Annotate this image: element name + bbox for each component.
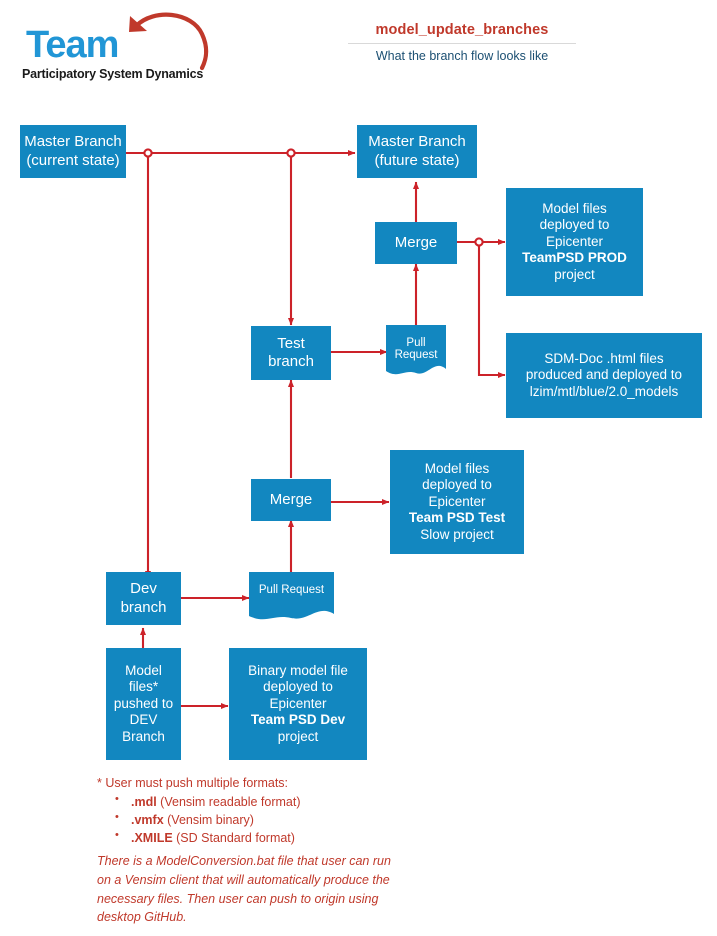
node-line: Slow project	[420, 526, 494, 542]
conversion-note: There is a ModelConversion.bat file that…	[97, 854, 391, 925]
node-line: (current state)	[26, 151, 120, 169]
node-master-branch-current[interactable]: Master Branch (current state)	[20, 125, 126, 178]
node-pull-request-dev[interactable]: Pull Request	[249, 572, 334, 625]
node-line: DEV	[129, 712, 158, 728]
junction-dot-master-dev	[143, 148, 153, 158]
junction-dot-master-test	[286, 148, 296, 158]
node-line: Binary model file	[248, 662, 348, 678]
node-line: SDM-Doc .html files	[544, 350, 664, 366]
node-test-branch[interactable]: Test branch	[251, 326, 331, 380]
node-line: Epicenter	[428, 493, 486, 509]
footnote-format-name: .vmfx	[131, 813, 164, 828]
node-master-branch-future[interactable]: Master Branch (future state)	[357, 125, 477, 178]
node-line: lzim/mtl/blue/2.0_models	[529, 383, 679, 399]
node-line: branch	[120, 598, 167, 616]
footnote-format-desc: (Vensim readable format)	[156, 795, 301, 810]
node-deploy-test[interactable]: Model files deployed to Epicenter Team P…	[390, 450, 524, 554]
node-merge-prod[interactable]: Merge	[375, 222, 457, 264]
node-line: Branch	[122, 728, 165, 744]
node-line-emphasis: Team PSD Dev	[250, 712, 346, 728]
node-line-emphasis: TeamPSD PROD	[522, 250, 627, 266]
footnote-format-name: .XMILE	[131, 831, 173, 846]
node-line: Pull Request	[394, 337, 438, 361]
node-deploy-dev[interactable]: Binary model file deployed to Epicenter …	[229, 648, 367, 760]
node-pull-request-test[interactable]: Pull Request	[386, 325, 446, 380]
node-dev-branch[interactable]: Dev branch	[106, 572, 181, 625]
node-sdm-doc-deploy[interactable]: SDM-Doc .html files produced and deploye…	[506, 333, 702, 418]
node-line: Master Branch	[368, 133, 466, 151]
node-line-emphasis: Team PSD Test	[408, 510, 506, 526]
node-line: produced and deployed to	[525, 367, 683, 383]
document-shape-icon	[249, 572, 334, 620]
node-merge-test[interactable]: Merge	[251, 479, 331, 521]
node-deploy-prod[interactable]: Model files deployed to Epicenter TeamPS…	[506, 188, 643, 296]
node-line: deployed to	[422, 477, 492, 493]
node-line: Pull Request	[258, 584, 325, 596]
junction-dot-prod-split	[474, 237, 484, 247]
node-line: Test	[277, 334, 305, 352]
node-line: pushed to	[113, 695, 174, 711]
node-model-files-push[interactable]: Model files* pushed to DEV Branch	[106, 648, 181, 760]
footnote-format-desc: (Vensim binary)	[163, 813, 254, 828]
node-line: branch	[268, 353, 314, 370]
list-item: .mdl (Vensim readable format)	[115, 792, 427, 811]
node-line: Model files	[542, 200, 607, 216]
node-line: Dev	[130, 580, 157, 598]
footnote-list: .mdl (Vensim readable format) .vmfx (Ven…	[97, 792, 427, 847]
node-line: project	[554, 266, 595, 282]
footnote-lead: * User must push multiple formats:	[97, 776, 289, 790]
node-line: Epicenter	[269, 695, 327, 711]
node-line: files*	[128, 679, 159, 695]
node-line: Merge	[269, 490, 313, 508]
node-line: Model files	[424, 460, 490, 476]
list-item: .XMILE (SD Standard format)	[115, 828, 427, 847]
node-line: deployed to	[539, 217, 610, 233]
footnote-format-desc: (SD Standard format)	[172, 831, 295, 846]
node-line: project	[277, 728, 319, 744]
node-line: Epicenter	[545, 233, 604, 249]
footnote-format-name: .mdl	[131, 795, 157, 810]
node-line: Merge	[394, 233, 438, 251]
node-line: Master Branch	[24, 133, 122, 151]
footnote-block: * User must push multiple formats: .mdl …	[97, 774, 427, 848]
node-line: Model	[125, 662, 162, 678]
node-line: deployed to	[263, 679, 333, 695]
list-item: .vmfx (Vensim binary)	[115, 810, 427, 829]
node-line: (future state)	[374, 151, 460, 169]
edge-mergeprod-to-sdmdoc	[477, 242, 506, 379]
